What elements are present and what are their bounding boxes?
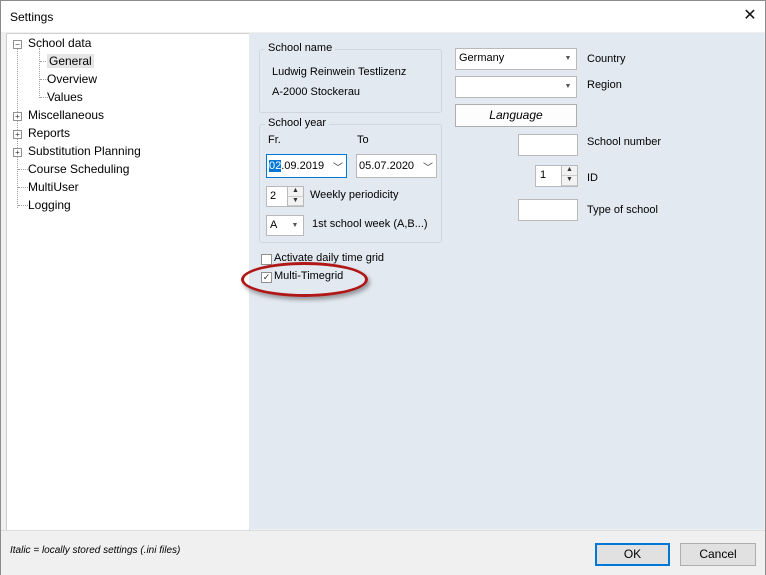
to-date-picker[interactable]: 05.07.2020 ﹀ — [356, 154, 437, 178]
from-date-rest: .09.2019 — [281, 160, 325, 172]
from-label: Fr. — [268, 134, 281, 146]
school-name-line1: Ludwig Reinwein Testlizenz — [272, 66, 407, 78]
school-name-group — [259, 49, 442, 113]
close-icon[interactable]: ✕ — [739, 6, 761, 26]
language-button[interactable]: Language — [455, 104, 577, 127]
periodicity-stepper[interactable]: 2 ▲ ▼ — [266, 186, 304, 207]
id-stepper[interactable]: 1 ▲ ▼ — [535, 165, 578, 187]
from-date-text: 02.09.2019 — [269, 160, 324, 172]
id-value: 1 — [540, 169, 547, 181]
first-week-combo[interactable]: A ▼ — [266, 215, 304, 236]
periodicity-label: Weekly periodicity — [310, 189, 399, 201]
first-week-value: A — [270, 219, 278, 231]
tree-line — [18, 187, 28, 188]
spin-down-icon[interactable]: ▼ — [288, 197, 303, 206]
country-label: Country — [587, 53, 626, 65]
from-date-highlight: 02 — [269, 160, 282, 172]
tree-item-school-data[interactable]: School data — [28, 36, 91, 50]
spin-buttons[interactable]: ▲ ▼ — [561, 166, 577, 186]
type-of-school-field[interactable] — [518, 199, 578, 221]
tree-item-overview[interactable]: Overview — [47, 72, 97, 86]
highlight-ellipse — [241, 262, 368, 297]
title-bar: Settings ✕ — [1, 1, 765, 32]
tree-item-multiuser[interactable]: MultiUser — [28, 180, 79, 194]
dropdown-arrow-icon[interactable]: ▼ — [560, 77, 576, 97]
tree-item-general[interactable]: General — [47, 54, 94, 68]
tree-line — [18, 205, 28, 206]
dropdown-arrow-icon[interactable]: ▼ — [560, 49, 576, 69]
expand-icon[interactable]: + — [13, 130, 22, 139]
dialog-footer: Italic = locally stored settings (.ini f… — [1, 530, 765, 575]
dropdown-arrow-icon[interactable]: ▼ — [287, 216, 303, 235]
school-year-label: School year — [265, 117, 330, 129]
school-number-field[interactable] — [518, 134, 578, 156]
daily-time-grid-checkbox[interactable] — [261, 254, 272, 265]
region-label: Region — [587, 79, 622, 91]
window-title: Settings — [10, 10, 54, 24]
region-combo[interactable]: ▼ — [455, 76, 577, 98]
spin-up-icon[interactable]: ▲ — [288, 187, 303, 197]
tree-item-course-scheduling[interactable]: Course Scheduling — [28, 162, 129, 176]
id-label: ID — [587, 172, 598, 184]
ok-button[interactable]: OK — [595, 543, 670, 566]
tree-item-values[interactable]: Values — [47, 90, 83, 104]
to-label: To — [357, 134, 369, 146]
tree-line — [17, 48, 18, 208]
periodicity-value: 2 — [270, 190, 277, 202]
chevron-down-icon[interactable]: ﹀ — [423, 159, 433, 174]
school-name-line2: A-2000 Stockerau — [272, 86, 361, 98]
from-date-picker[interactable]: 02.09.2019 ﹀ — [266, 154, 347, 178]
collapse-icon[interactable]: − — [13, 40, 22, 49]
country-combo[interactable]: Germany ▼ — [455, 48, 577, 70]
general-settings-panel: School name Ludwig Reinwein Testlizenz A… — [241, 33, 764, 529]
cancel-button[interactable]: Cancel — [680, 543, 756, 566]
settings-window: Settings ✕ − School data General Overvie… — [0, 0, 766, 575]
school-name-label: School name — [265, 42, 336, 54]
type-of-school-label: Type of school — [587, 204, 658, 216]
tree-item-miscellaneous[interactable]: Miscellaneous — [28, 108, 104, 122]
spin-buttons[interactable]: ▲ ▼ — [287, 187, 303, 206]
expand-icon[interactable]: + — [13, 112, 22, 121]
spin-up-icon[interactable]: ▲ — [562, 166, 577, 176]
tree-line — [39, 48, 40, 98]
country-value: Germany — [459, 52, 505, 64]
chevron-down-icon[interactable]: ﹀ — [333, 159, 343, 174]
footer-note: Italic = locally stored settings (.ini f… — [10, 545, 181, 556]
tree-item-substitution-planning[interactable]: Substitution Planning — [28, 144, 141, 158]
tree-item-reports[interactable]: Reports — [28, 126, 70, 140]
to-date-text: 05.07.2020 — [359, 160, 415, 172]
school-number-label: School number — [587, 136, 661, 148]
first-week-label: 1st school week (A,B...) — [312, 218, 428, 230]
expand-icon[interactable]: + — [13, 148, 22, 157]
settings-tree: − School data General Overview Values + … — [6, 33, 250, 531]
spin-down-icon[interactable]: ▼ — [562, 176, 577, 186]
tree-line — [18, 169, 28, 170]
tree-item-logging[interactable]: Logging — [28, 198, 71, 212]
